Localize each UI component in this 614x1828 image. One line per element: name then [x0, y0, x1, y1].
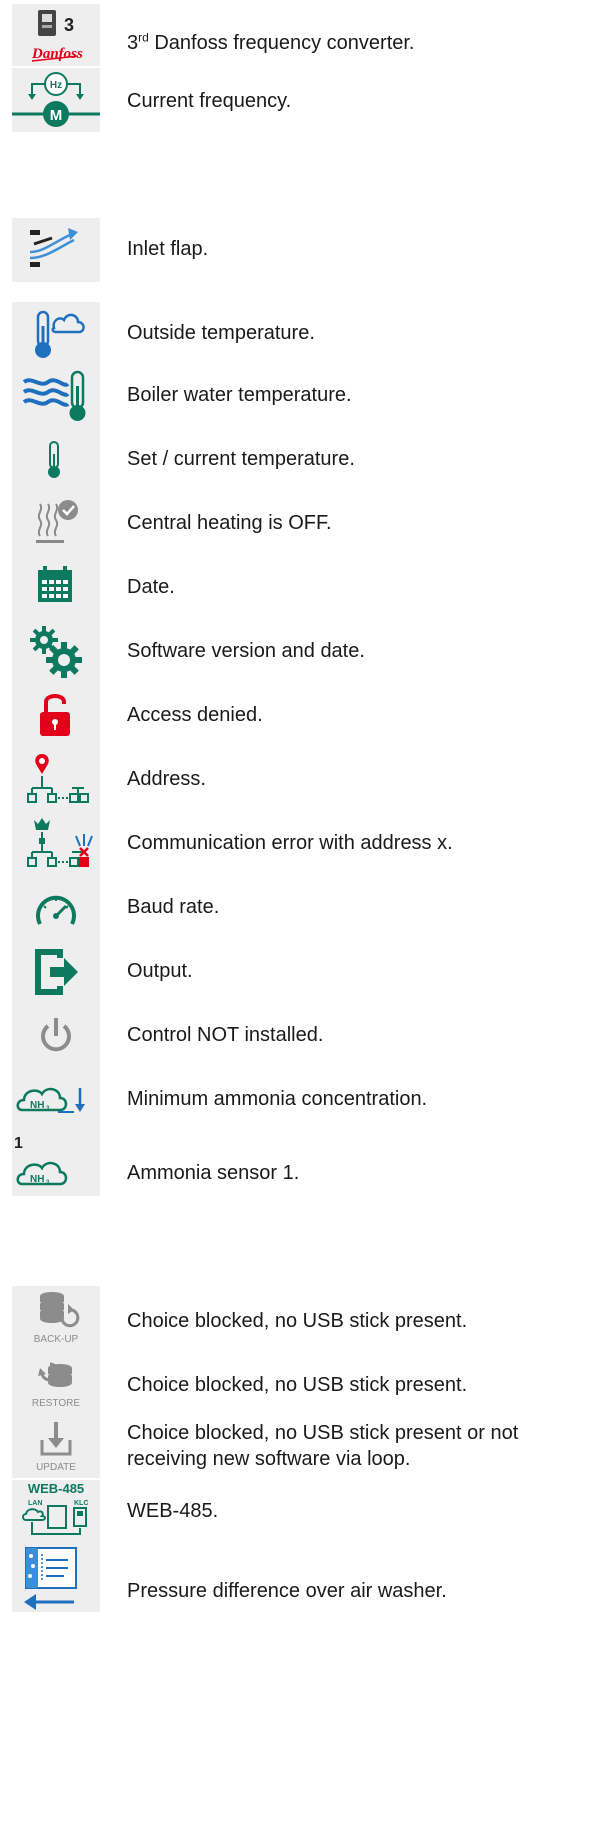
nh3-text: NH [30, 1174, 44, 1185]
legend-label: Boiler water temperature. [127, 384, 352, 406]
legend-label: Output. [127, 960, 193, 982]
frequency-motor-icon: M Hz [12, 68, 100, 132]
thermometer-icon [12, 428, 100, 492]
klc-text: KLC [74, 1500, 88, 1507]
sensor-number: 1 [14, 1135, 23, 1152]
speedometer-icon [12, 876, 100, 940]
legend-label: Baud rate. [127, 896, 220, 918]
legend-label: Choice blocked, no USB stick present or … [127, 1422, 519, 1470]
legend-label: Date. [127, 576, 175, 598]
legend-label: Choice blocked, no USB stick present. [127, 1374, 468, 1396]
ammonia-sensor-icon: 1 NH 3 [12, 1132, 100, 1196]
legend-label: Communication error with address x. [127, 832, 453, 854]
legend-label: Set / current temperature. [127, 448, 355, 470]
legend-label: Software version and date. [127, 640, 365, 662]
air-washer-pressure-icon [12, 1544, 100, 1612]
backup-text: BACK-UP [34, 1334, 79, 1345]
update-icon: UPDATE [12, 1414, 100, 1478]
danfoss-converter-icon: 3 Danfoss [12, 4, 100, 66]
motor-letter: M [50, 107, 63, 124]
legend-label: WEB-485. [127, 1500, 219, 1522]
legend-label: Access denied. [127, 704, 263, 726]
lan-text: LAN [28, 1500, 42, 1507]
ammonia-minimum-icon: NH 3 [12, 1068, 100, 1132]
legend-label: Choice blocked, no USB stick present. [127, 1310, 468, 1332]
boiler-water-temperature-icon [12, 364, 100, 428]
gears-icon [12, 620, 100, 684]
legend-label: Pressure difference over air washer. [127, 1580, 447, 1602]
inlet-flap-icon [12, 218, 100, 282]
hz-text: Hz [50, 80, 62, 91]
communication-error-icon [12, 812, 100, 876]
restore-text: RESTORE [32, 1398, 80, 1409]
nh3-text: NH [30, 1100, 44, 1111]
legend-label: 3rd Danfoss frequency converter. [127, 30, 415, 54]
unlocked-padlock-icon [12, 684, 100, 748]
restore-icon: RESTORE [12, 1350, 100, 1414]
backup-icon: BACK-UP [12, 1286, 100, 1350]
icon-number: 3 [64, 15, 74, 35]
legend-label: Inlet flap. [127, 238, 209, 260]
legend-label: Outside temperature. [127, 322, 315, 344]
central-heating-off-icon [12, 492, 100, 556]
legend-label: Control NOT installed. [127, 1024, 324, 1046]
power-icon [12, 1004, 100, 1068]
address-network-icon [12, 748, 100, 812]
web-485-icon: WEB-485 LAN KLC [12, 1480, 100, 1544]
legend-label: Ammonia sensor 1. [127, 1162, 300, 1184]
legend-label: Minimum ammonia concentration. [127, 1088, 428, 1110]
calendar-icon [12, 556, 100, 620]
legend-label: Address. [127, 768, 206, 790]
outside-temperature-icon [12, 302, 100, 366]
legend-label: Current frequency. [127, 90, 292, 112]
output-icon [12, 940, 100, 1004]
web-485-text: WEB-485 [28, 1481, 84, 1496]
legend-label: Central heating is OFF. [127, 512, 332, 534]
update-text: UPDATE [36, 1462, 76, 1473]
